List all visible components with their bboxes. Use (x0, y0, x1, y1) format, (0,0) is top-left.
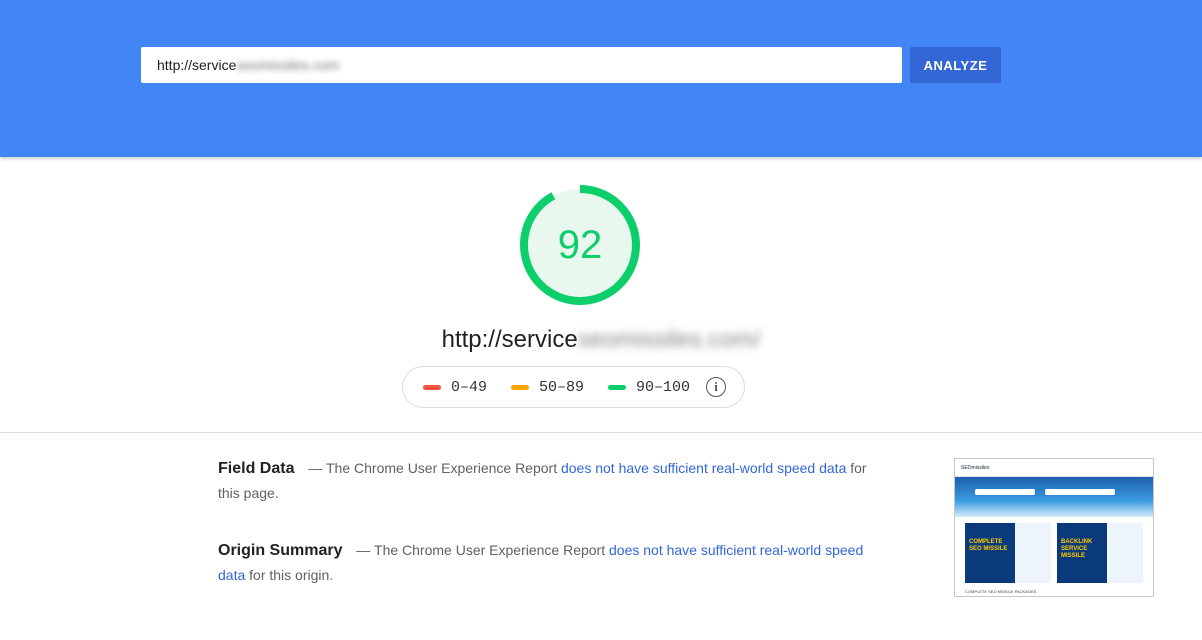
thumbnail-logo: SEOmissiles (961, 464, 990, 471)
url-input-value: http://service (157, 57, 237, 73)
thumbnail-card: BACKLINK SERVICE MISSILE (1057, 523, 1143, 583)
divider (0, 432, 1202, 433)
legend-swatch-red (423, 384, 441, 390)
thumbnail-search-bar (975, 489, 1035, 495)
score-value: 92 (557, 222, 603, 267)
field-data-title: Field Data (218, 460, 295, 477)
field-data-prefix: — The Chrome User Experience Report (308, 460, 561, 476)
thumbnail-cards: COMPLETE SEO MISSILE BACKLINK SERVICE MI… (955, 517, 1153, 589)
analyzed-page-url: http://serviceseomissiles.com/ (0, 326, 1202, 354)
thumbnail-card-image (1015, 523, 1051, 583)
thumbnail-footer: COMPLETE SEO MISSILE PACKAGES (965, 589, 1037, 594)
origin-summary-prefix: — The Chrome User Experience Report (356, 542, 609, 558)
legend-label: 50–89 (539, 378, 585, 396)
field-data-section: Field Data — The Chrome User Experience … (218, 456, 868, 506)
thumbnail-nav: SEOmissiles (955, 459, 1153, 477)
thumbnail-search-bar (1045, 489, 1115, 495)
analyze-button[interactable]: ANALYZE (910, 47, 1001, 83)
thumbnail-card-text: BACKLINK SERVICE MISSILE (1061, 539, 1093, 559)
legend-item-average: 50–89 (511, 379, 584, 396)
url-input-blurred-domain: seomissiles.com (236, 57, 340, 73)
thumbnail-hero (955, 477, 1153, 517)
legend-item-fail: 0–49 (423, 379, 487, 396)
legend-item-pass: 90–100 (608, 379, 690, 396)
page-url-blurred-domain: seomissiles.com/ (577, 326, 761, 353)
info-icon[interactable]: i (706, 377, 727, 397)
field-data-link[interactable]: does not have sufficient real-world spee… (561, 460, 846, 476)
score-legend: 0–49 50–89 90–100 i (402, 366, 745, 408)
legend-swatch-orange (511, 384, 530, 390)
page-url-prefix: http://service (441, 326, 578, 353)
origin-summary-section: Origin Summary — The Chrome User Experie… (218, 538, 868, 588)
search-header: http://service seomissiles.com ANALYZE (0, 0, 1202, 157)
origin-summary-suffix: for this origin. (245, 567, 334, 583)
legend-label: 0–49 (451, 378, 488, 396)
page-screenshot-thumbnail: SEOmissiles COMPLETE SEO MISSILE BACKLIN… (954, 458, 1154, 597)
thumbnail-card: COMPLETE SEO MISSILE (965, 523, 1051, 583)
thumbnail-card-text: COMPLETE SEO MISSILE (969, 539, 1008, 552)
thumbnail-card-image (1107, 523, 1143, 583)
origin-summary-title: Origin Summary (218, 542, 343, 559)
legend-swatch-green (608, 384, 627, 390)
legend-label: 90–100 (636, 378, 691, 396)
url-input[interactable]: http://service seomissiles.com (141, 47, 902, 83)
